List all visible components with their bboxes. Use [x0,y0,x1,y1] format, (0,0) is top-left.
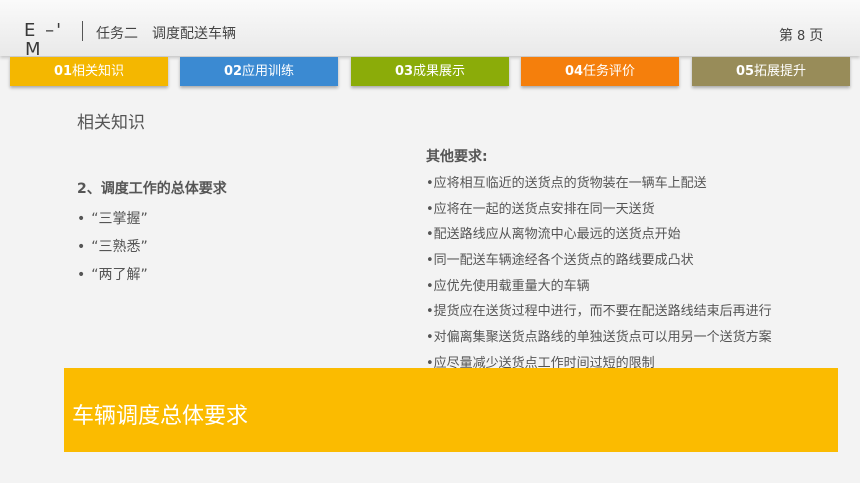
tab-label: 应用训练 [242,64,295,79]
banner-text: 车辆调度总体要求 [72,404,249,429]
list-item: • “三掌握” [77,211,148,227]
task-label: 任务二 [96,26,138,42]
tab-label: 相关知识 [72,64,125,79]
header-bar: E –' M 任务二 调度配送车辆 第8页 [0,0,860,59]
tab-number: 01 [53,64,73,79]
list-item: • “两了解” [77,267,148,283]
logo: E –' M [24,14,68,59]
page-number: 第8页 [779,25,823,45]
list-item-text: “两了解” [91,267,148,283]
page-prefix: 第 [779,28,793,44]
list-item: •应将相互临近的送货点的货物装在一辆车上配送 [426,176,707,191]
list-item: • “三熟悉” [77,239,148,255]
list-item: •提货应在送货过程中进行，而不要在配送路线结束后再进行 [426,304,772,319]
list-item: •应将在一起的送货点安排在同一天送货 [426,202,655,217]
task-name: 调度配送车辆 [152,26,236,42]
left-heading: 2、调度工作的总体要求 [77,181,227,197]
list-item-text: “三熟悉” [91,239,148,255]
list-item: •应优先使用载重量大的车辆 [426,279,590,294]
section-title: 相关知识 [77,113,145,133]
logo-line-1: E –' [24,20,64,41]
tab-task-evaluation[interactable]: 04任务评价 [521,57,679,86]
tab-label: 任务评价 [583,64,636,79]
tab-label: 成果展示 [413,64,466,79]
tab-extension[interactable]: 05拓展提升 [692,57,850,86]
list-item-text: “三掌握” [91,211,148,227]
right-heading: 其他要求: [426,149,488,165]
tab-number: 05 [735,64,755,79]
summary-banner: 车辆调度总体要求 [64,368,838,452]
tab-application-training[interactable]: 02应用训练 [180,57,338,86]
tab-results-display[interactable]: 03成果展示 [351,57,509,86]
tab-number: 03 [394,64,414,79]
list-item: •对偏离集聚送货点路线的单独送货点可以用另一个送货方案 [426,330,772,345]
tab-label: 拓展提升 [754,64,807,79]
list-item: •同一配送车辆途经各个送货点的路线要成凸状 [426,253,694,268]
page-suffix: 页 [809,28,824,44]
header-divider [82,21,83,41]
task-title: 任务二 调度配送车辆 [96,23,250,43]
tab-number: 04 [564,64,584,79]
list-item: •配送路线应从离物流中心最远的送货点开始 [426,227,681,242]
tab-related-knowledge[interactable]: 01相关知识 [10,57,168,86]
tab-number: 02 [223,64,243,79]
page-number-value: 8 [797,29,806,44]
